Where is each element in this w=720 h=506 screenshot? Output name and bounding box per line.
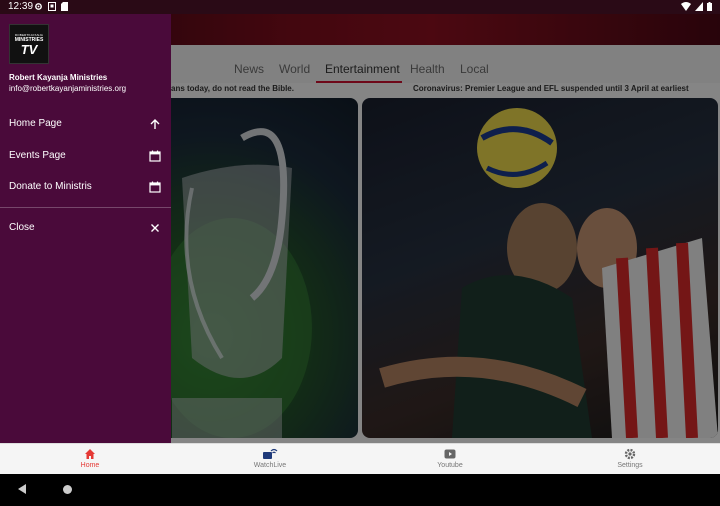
status-bar: 12:39 (0, 0, 720, 14)
battery-icon (707, 2, 712, 11)
wifi-icon (681, 2, 691, 11)
youtube-icon (444, 449, 456, 459)
drawer-email: info@robertkayanjaministries.org (9, 84, 127, 93)
close-icon (151, 224, 159, 232)
drawer-org-name: Robert Kayanja Ministries (9, 73, 108, 82)
status-notification-icons (34, 2, 68, 11)
back-button[interactable] (18, 484, 26, 494)
menu-home-page[interactable]: Home Page (0, 109, 171, 139)
arrow-up-icon (150, 119, 160, 129)
menu-events-page[interactable]: Events Page (0, 141, 171, 171)
signal-icon (695, 2, 703, 11)
menu-close-label: Close (9, 222, 35, 233)
status-system-icons (681, 2, 712, 11)
menu-donate[interactable]: Donate to Ministris (0, 172, 171, 202)
nav-home[interactable]: Home (45, 448, 135, 469)
navigation-drawer: ROBERTKAYANJA MINISTRIES TV Robert Kayan… (0, 14, 171, 443)
system-navigation-bar (0, 474, 720, 506)
ministry-logo: ROBERTKAYANJA MINISTRIES TV (9, 24, 49, 64)
nav-settings[interactable]: Settings (585, 448, 675, 469)
settings-status-icon (35, 3, 42, 10)
app-screen: 12:39 News World Entertainment Health Lo… (0, 0, 720, 506)
notification-status-icon (48, 2, 56, 11)
bottom-navigation: Home WatchLive Youtube Settings (0, 443, 720, 474)
nav-settings-label: Settings (617, 462, 643, 469)
menu-events-page-label: Events Page (9, 150, 66, 161)
status-time: 12:39 (8, 1, 34, 12)
calendar-icon (149, 150, 161, 162)
nav-watchlive-label: WatchLive (253, 462, 287, 469)
home-button[interactable] (63, 485, 72, 494)
logo-line-3: TV (20, 41, 38, 57)
nav-home-label: Home (80, 462, 100, 469)
gear-icon (624, 448, 636, 460)
menu-close[interactable]: Close (0, 213, 171, 243)
nav-youtube[interactable]: Youtube (405, 448, 495, 469)
nav-youtube-label: Youtube (437, 462, 463, 469)
menu-divider (0, 207, 171, 208)
home-icon (85, 449, 95, 459)
live-icon (263, 448, 278, 459)
sdcard-status-icon (61, 2, 68, 11)
calendar-icon (149, 181, 161, 193)
menu-home-page-label: Home Page (9, 118, 62, 129)
menu-donate-label: Donate to Ministris (9, 181, 92, 192)
nav-watchlive[interactable]: WatchLive (225, 448, 315, 469)
